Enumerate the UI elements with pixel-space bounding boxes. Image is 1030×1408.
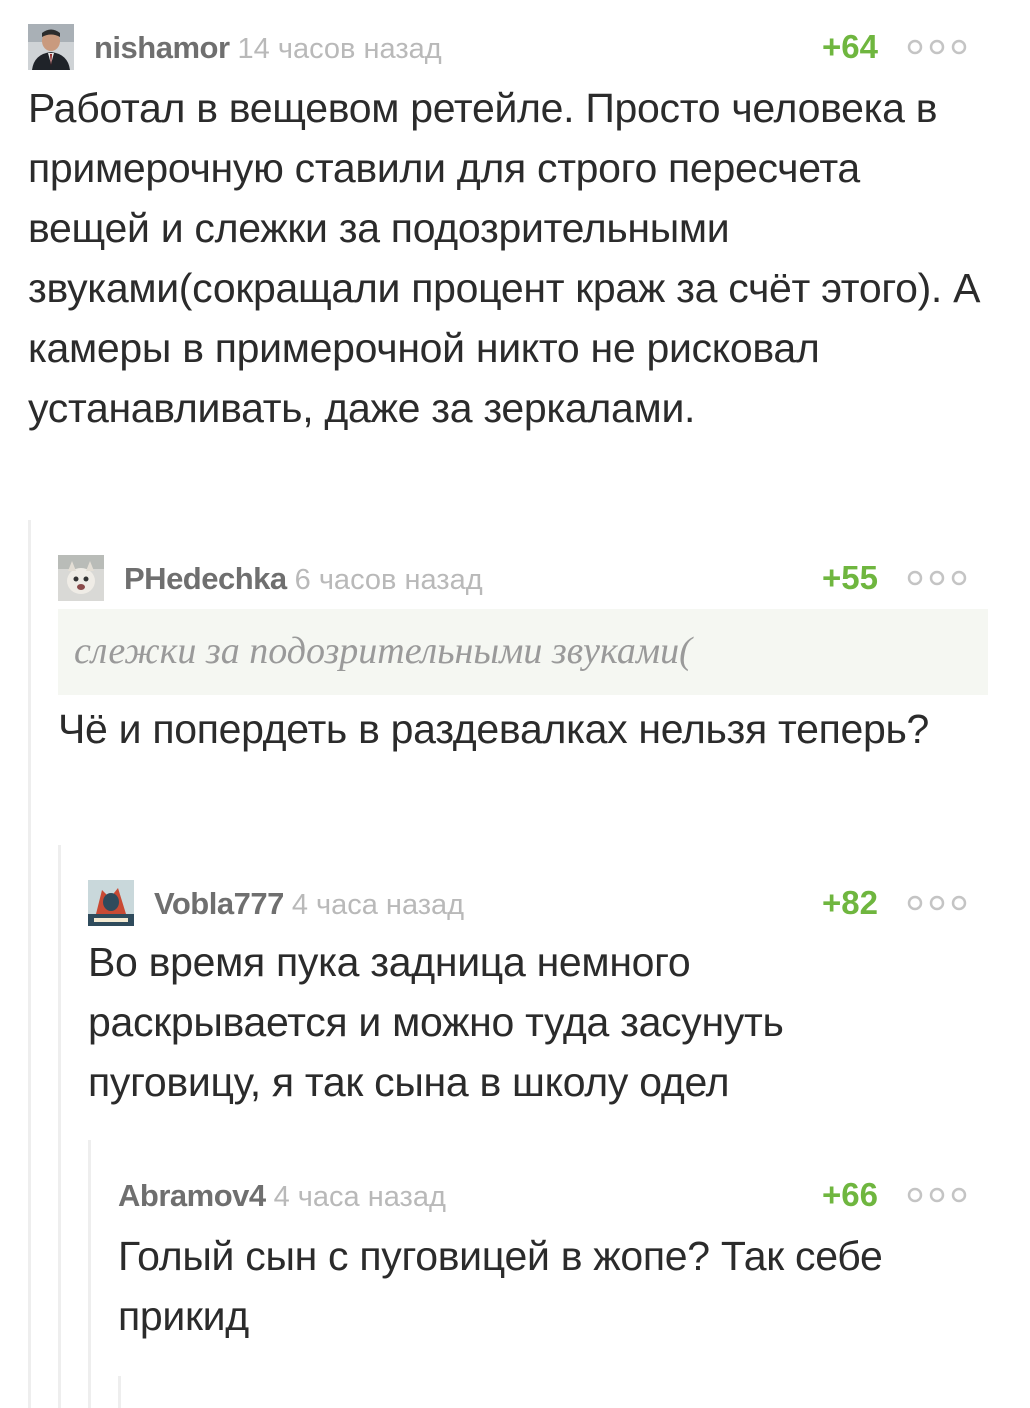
author-name[interactable]: Abramov4 4 часа назад bbox=[118, 1178, 446, 1214]
comment-header: PHedechka 6 часов назад +55 bbox=[58, 555, 988, 601]
comment-header: Vobla777 4 часа назад +82 bbox=[88, 880, 988, 926]
comment-text: Работал в вещевом ретейле. Просто челове… bbox=[28, 85, 981, 431]
avatar[interactable] bbox=[88, 880, 134, 926]
rating: +82 bbox=[822, 884, 878, 921]
comment-time: 4 часа назад bbox=[273, 1181, 446, 1213]
comment-header: Abramov4 4 часа назад +66 bbox=[118, 1172, 988, 1218]
more-dots-icon[interactable] bbox=[906, 894, 968, 912]
thread-line-level-4 bbox=[118, 1376, 121, 1408]
quoted-text: слежки за подозрительными звуками( bbox=[58, 609, 988, 695]
author-name[interactable]: nishamor 14 часов назад bbox=[94, 30, 442, 66]
rating: +64 bbox=[822, 28, 878, 65]
author-name[interactable]: PHedechka 6 часов назад bbox=[124, 561, 483, 597]
more-dots-icon[interactable] bbox=[906, 1186, 968, 1204]
thread-line-level-2 bbox=[58, 845, 61, 1408]
comment: PHedechka 6 часов назад +55 слежки за под… bbox=[58, 555, 988, 759]
comment-time: 6 часов назад bbox=[294, 564, 483, 596]
more-dots-icon[interactable] bbox=[906, 569, 968, 587]
comment: nishamor 14 часов назад +64 Работал в вещ… bbox=[28, 24, 988, 438]
avatar[interactable] bbox=[28, 24, 74, 70]
rating: +55 bbox=[822, 559, 878, 596]
author-name[interactable]: Vobla777 4 часа назад bbox=[154, 886, 464, 922]
thread-line-level-3 bbox=[88, 1140, 91, 1408]
comment-time: 4 часа назад bbox=[291, 889, 465, 921]
comment: Vobla777 4 часа назад +82 Во время пука з… bbox=[88, 880, 988, 1112]
comment: Abramov4 4 часа назад +66 Голый сын с пуг… bbox=[118, 1172, 988, 1346]
comment-text: Во время пука задница немного раскрывает… bbox=[88, 939, 784, 1105]
avatar[interactable] bbox=[58, 555, 104, 601]
rating: +66 bbox=[822, 1176, 878, 1213]
more-dots-icon[interactable] bbox=[906, 38, 968, 56]
thread-line-level-1 bbox=[28, 520, 31, 1408]
comment-time: 14 часов назад bbox=[237, 33, 442, 65]
comment-text: Чё и попердеть в раздевалках нельзя тепе… bbox=[58, 706, 930, 752]
comment-header: nishamor 14 часов назад +64 bbox=[28, 24, 988, 70]
comment-text: Голый сын с пуговицей в жопе? Так себе п… bbox=[118, 1233, 883, 1339]
